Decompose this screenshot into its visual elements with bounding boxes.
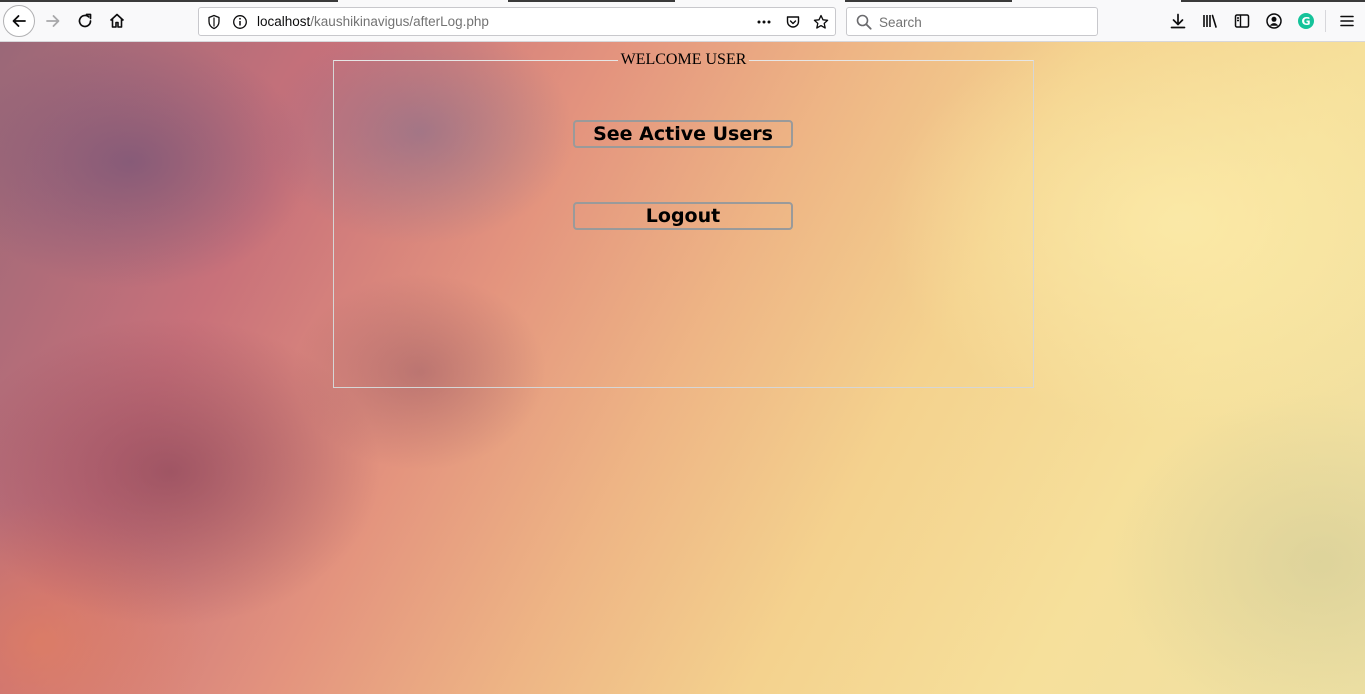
url-text[interactable]: localhost/kaushikinavigus/afterLog.php [257,14,489,29]
sidebar-button[interactable] [1231,10,1253,32]
forward-arrow-icon [46,15,60,27]
url-host: localhost [257,14,311,29]
home-icon [109,13,125,28]
tab-indicator [845,0,1012,2]
search-icon [856,14,872,30]
back-button[interactable] [3,5,35,37]
url-bar[interactable]: localhost/kaushikinavigus/afterLog.php [198,7,836,36]
download-button[interactable] [1167,10,1189,32]
menu-button[interactable] [1336,10,1358,32]
pocket-icon[interactable] [784,13,802,31]
sidebar-icon [1234,14,1250,28]
tab-indicator [508,0,675,2]
search-bar[interactable] [846,7,1098,36]
back-arrow-icon [12,15,26,27]
library-icon [1203,14,1217,28]
reload-icon [78,13,92,28]
search-input[interactable] [877,11,1091,33]
account-icon [1266,13,1282,29]
tab-indicator [1181,0,1365,2]
grammarly-icon: G [1298,13,1314,29]
star-icon[interactable] [812,13,830,31]
download-icon [1170,13,1186,29]
page-background: WELCOME USER See Active Users Logout [0,42,1365,694]
home-button[interactable] [101,5,133,37]
more-dots-icon[interactable] [755,13,773,31]
forward-button[interactable] [37,5,69,37]
welcome-fieldset: WELCOME USER See Active Users Logout [333,51,1034,388]
menu-icon [1340,15,1354,27]
url-path: /kaushikinavigus/afterLog.php [310,14,489,29]
library-button[interactable] [1199,10,1221,32]
welcome-legend: WELCOME USER [620,51,747,68]
logout-button[interactable]: Logout [573,202,793,230]
see-active-users-button[interactable]: See Active Users [573,120,793,148]
shield-icon[interactable] [205,13,223,31]
browser-toolbar: localhost/kaushikinavigus/afterLog.php G [0,0,1365,42]
account-button[interactable] [1263,10,1285,32]
tab-indicator [0,0,338,2]
grammarly-button[interactable]: G [1295,10,1317,32]
toolbar-divider [1325,10,1326,32]
info-icon[interactable] [231,13,249,31]
reload-button[interactable] [69,5,101,37]
